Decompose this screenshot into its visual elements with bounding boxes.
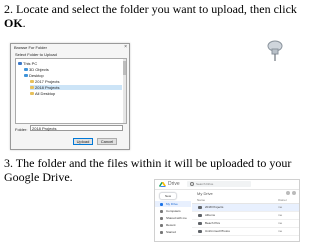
folder-icon: [198, 222, 202, 225]
cancel-button[interactable]: Cancel: [97, 138, 117, 145]
upload-button[interactable]: Upload: [73, 138, 93, 145]
sidebar-item-label: My Drive: [166, 202, 178, 206]
file-name: Untrimmed Photos: [205, 229, 230, 233]
tree-item-label: This PC: [23, 61, 38, 66]
sidebar-item-shared[interactable]: Shared with me: [155, 215, 191, 221]
pc-icon: [18, 62, 22, 66]
folder-icon: [30, 80, 34, 84]
sidebar-item-my-drive[interactable]: My Drive: [155, 201, 191, 207]
column-owner[interactable]: Owner: [278, 198, 287, 203]
folder-tree[interactable]: This PC 3D Objects Desktop 2017 Projects…: [15, 58, 127, 124]
sidebar-item-starred[interactable]: Starred: [155, 229, 191, 235]
file-owner: me: [278, 229, 283, 233]
tree-item-2018-projects[interactable]: 2018 Projects: [30, 85, 122, 90]
slide: 2. Locate and select the folder you want…: [0, 0, 320, 242]
new-button[interactable]: New: [159, 192, 177, 200]
pushpin-icon: [267, 40, 283, 61]
breadcrumb[interactable]: My Drive: [197, 191, 213, 196]
column-name[interactable]: Name: [197, 198, 205, 203]
file-row[interactable]: Albums me: [192, 212, 299, 220]
file-name: Beach Pics: [205, 221, 221, 225]
folder-icon: [24, 74, 28, 78]
file-owner: me: [278, 205, 283, 209]
tree-item-2017-projects[interactable]: 2017 Projects: [30, 79, 122, 84]
tree-item-this-pc[interactable]: This PC: [18, 61, 122, 66]
folder-icon: [198, 214, 202, 217]
tree-item-label: 3D Objects: [29, 67, 49, 72]
drive-file-list: My Drive Name Owner 2018 Projects me Alb…: [192, 190, 299, 241]
search-icon: [190, 182, 194, 187]
tree-item-desktop[interactable]: Desktop: [24, 73, 122, 78]
sidebar-item-label: Shared with me: [166, 216, 187, 220]
search-input[interactable]: Search Drive: [187, 181, 251, 187]
file-owner: me: [278, 213, 283, 217]
step-2-lead: 2. Locate and select the folder you want…: [4, 2, 297, 16]
clock-icon: [160, 223, 163, 227]
google-drive-window: Drive Search Drive New My Drive Computer…: [154, 179, 300, 242]
folder-icon: [30, 92, 34, 96]
drive-icon: [160, 202, 163, 206]
drive-name: Drive: [168, 181, 180, 187]
tree-item-3d-objects[interactable]: 3D Objects: [24, 67, 122, 72]
folder-label: Folder:: [15, 127, 28, 132]
folder-icon: [198, 206, 202, 209]
people-icon: [160, 216, 163, 220]
sidebar-item-computers[interactable]: Computers: [155, 208, 191, 214]
browse-for-folder-dialog: Browse For Folder × Select Folder to Upl…: [10, 43, 130, 150]
folder-field[interactable]: 2018 Projects: [30, 125, 123, 131]
sidebar-item-recent[interactable]: Recent: [155, 222, 191, 228]
folder-icon: [30, 86, 34, 90]
file-row[interactable]: Beach Pics me: [192, 220, 299, 228]
folder-icon: [198, 230, 202, 233]
sidebar-item-label: Computers: [166, 209, 181, 213]
file-name: 2018 Projects: [205, 205, 224, 209]
dialog-subtitle: Select Folder to Upload: [15, 52, 57, 57]
close-icon[interactable]: ×: [124, 44, 127, 50]
computer-icon: [160, 209, 163, 213]
file-row[interactable]: 2018 Projects me: [192, 204, 299, 212]
dialog-title: Browse For Folder: [14, 45, 47, 50]
drive-sidebar: New My Drive Computers Shared with me Re…: [155, 190, 191, 241]
step-2-tail: .: [22, 16, 26, 30]
tree-item-label: 2017 Projects: [35, 79, 60, 84]
file-name: Albums: [205, 213, 216, 217]
file-row[interactable]: Untrimmed Photos me: [192, 228, 299, 236]
sidebar-item-label: Starred: [166, 230, 176, 234]
file-owner: me: [278, 221, 283, 225]
search-placeholder: Search Drive: [196, 182, 214, 186]
tree-item-all-desktop[interactable]: All Desktop: [30, 91, 122, 96]
step-2-text: 2. Locate and select the folder you want…: [4, 2, 304, 30]
tree-item-label: 2018 Projects: [35, 85, 60, 90]
tree-item-label: Desktop: [29, 73, 44, 78]
tree-scrollbar[interactable]: [123, 59, 126, 123]
drive-header: Drive Search Drive: [155, 180, 299, 195]
step-2-ok-emphasis: OK: [4, 16, 23, 30]
tree-item-label: All Desktop: [35, 91, 56, 96]
folder-icon: [24, 68, 28, 72]
drive-logo-icon: [159, 182, 166, 187]
sidebar-item-label: Recent: [166, 223, 176, 227]
star-icon: [160, 230, 163, 234]
